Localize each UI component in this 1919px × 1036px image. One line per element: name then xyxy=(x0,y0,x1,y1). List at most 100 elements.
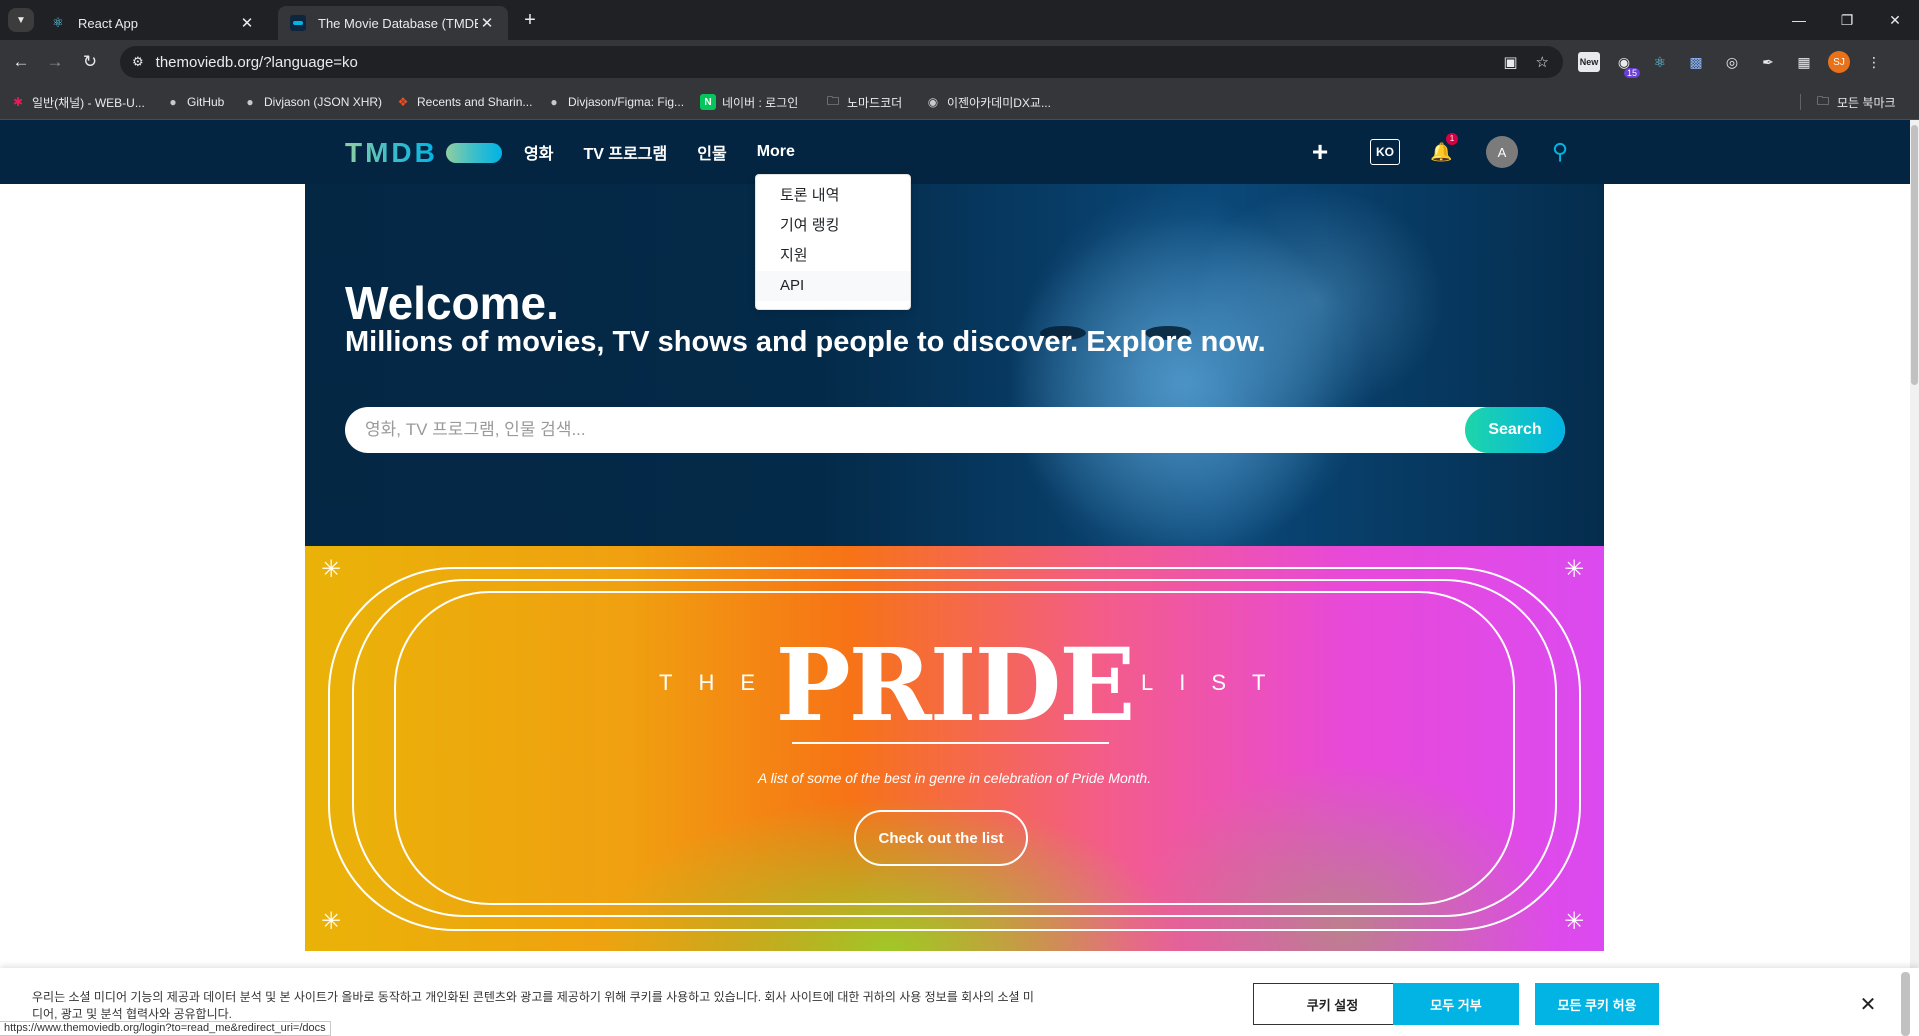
nav-movies[interactable]: 영화 xyxy=(524,140,553,164)
slack-icon: ✱ xyxy=(12,95,24,109)
menu-item-discussions[interactable]: 토론 내역 xyxy=(756,181,910,211)
react-icon: ⚛ xyxy=(52,15,64,30)
close-icon[interactable]: ✕ xyxy=(1856,992,1880,1016)
document-extension-icon[interactable]: ▩ xyxy=(1684,50,1708,74)
status-url-bubble: https://www.themoviedb.org/login?to=read… xyxy=(0,1021,331,1036)
bookmark-item[interactable]: ● Divjason (JSON XHR) xyxy=(242,93,382,111)
new-extension-icon[interactable]: New xyxy=(1578,52,1600,72)
figma-icon: ❖ xyxy=(397,95,409,109)
menu-item-leaderboard[interactable]: 기여 랭킹 xyxy=(756,211,910,241)
tmdb-logo[interactable]: TMDB xyxy=(345,139,502,167)
bookmark-item[interactable]: ● Divjason/Figma: Fig... xyxy=(546,93,684,111)
bookmark-label: Divjason (JSON XHR) xyxy=(264,95,383,109)
cookie-text: 우리는 소셜 미디어 기능의 제공과 데이터 분석 및 본 사이트가 올바로 동… xyxy=(32,990,1034,1021)
hero-section: Welcome. Millions of movies, TV shows an… xyxy=(305,184,1604,546)
extension-bar: New ◉ 15 ⚛ ▩ ◎ ✒ ▦ SJ ⋮ xyxy=(1578,50,1898,78)
cookie-scrollbar[interactable] xyxy=(1901,972,1910,1036)
bookmark-folder[interactable]: 🗀 노마드코더 xyxy=(825,93,902,111)
target-extension-icon[interactable]: ◎ xyxy=(1720,50,1744,74)
nav-tv[interactable]: TV 프로그램 xyxy=(583,140,667,164)
url-text[interactable]: themoviedb.org/?language=ko xyxy=(156,54,1486,71)
bookmark-label: 네이버 : 로그인 xyxy=(722,95,799,110)
pride-frame-lines xyxy=(328,567,1581,931)
bookmark-star-icon[interactable]: ☆ xyxy=(1536,53,1549,71)
github-icon: ● xyxy=(169,95,177,109)
site-info-icon[interactable]: ⚙ xyxy=(132,54,144,70)
tab-title: React App xyxy=(78,15,138,31)
close-icon[interactable]: ✕ xyxy=(478,14,496,32)
reject-all-button[interactable]: 모두 거부 xyxy=(1393,983,1519,1025)
kebab-menu-icon[interactable]: ⋮ xyxy=(1862,50,1886,74)
menu-item-api[interactable]: API xyxy=(756,271,910,301)
avatar[interactable]: A xyxy=(1486,136,1518,168)
search-input[interactable] xyxy=(345,407,1445,453)
bookmark-item[interactable]: ❖ Recents and Sharin... xyxy=(395,93,533,111)
address-bar[interactable]: ⚙ themoviedb.org/?language=ko ▣ ☆ xyxy=(120,46,1563,78)
profile-avatar[interactable]: SJ xyxy=(1828,51,1850,73)
language-button[interactable]: KO xyxy=(1370,139,1400,165)
bookmark-item[interactable]: N 네이버 : 로그인 xyxy=(700,93,798,111)
add-icon[interactable]: + xyxy=(1306,136,1334,168)
nav-more[interactable]: More xyxy=(757,143,795,161)
folder-icon: 🗀 xyxy=(1816,93,1829,108)
search-button[interactable]: Search xyxy=(1465,407,1565,453)
sparkle-icon: ✳ xyxy=(1564,556,1585,583)
extension-badge-icon[interactable]: ◉ 15 xyxy=(1612,50,1640,78)
pen-extension-icon[interactable]: ✒ xyxy=(1756,50,1780,74)
tab-title: The Movie Database (TMDB) xyxy=(318,15,478,31)
folder-icon: 🗀 xyxy=(826,93,839,108)
nav-people[interactable]: 인물 xyxy=(697,140,726,164)
puzzle-extensions-icon[interactable]: ▦ xyxy=(1792,50,1816,74)
tab-react-app[interactable]: ⚛ React App ✕ xyxy=(38,6,268,40)
bookmarks-bar: ✱ 일반(채널) - WEB-U... ● GitHub ● Divjason (JS… xyxy=(0,84,1919,120)
sparkle-icon: ✳ xyxy=(1564,908,1585,935)
pride-banner: ✳ ✳ ✳ ✳ THE PRIDE LIST A list of some of… xyxy=(305,546,1604,951)
bell-icon[interactable]: 🔔 1 xyxy=(1430,132,1458,163)
github-icon: ● xyxy=(246,95,254,109)
naver-icon: N xyxy=(700,94,716,110)
forward-icon[interactable]: → xyxy=(43,50,67,74)
bookmark-label: 이젠아카데미DX교... xyxy=(947,95,1051,110)
github-icon: ● xyxy=(550,95,558,109)
restore-icon[interactable]: ❐ xyxy=(1823,0,1871,40)
close-window-icon[interactable]: ✕ xyxy=(1871,0,1919,40)
check-out-list-button[interactable]: Check out the list xyxy=(854,810,1028,866)
menu-item-support[interactable]: 지원 xyxy=(756,241,910,271)
tab-tmdb[interactable]: The Movie Database (TMDB) ✕ xyxy=(278,6,508,40)
all-bookmarks-folder[interactable]: 🗀 모든 북마크 xyxy=(1815,93,1896,111)
react-devtools-icon[interactable]: ⚛ xyxy=(1648,50,1672,74)
bookmark-separator xyxy=(1800,94,1801,110)
bookmark-item[interactable]: ● GitHub xyxy=(165,93,224,111)
hero-subtitle: Millions of movies, TV shows and people … xyxy=(345,326,1266,358)
notification-badge: 1 xyxy=(1446,132,1458,145)
bookmark-label: Recents and Sharin... xyxy=(417,95,533,109)
reload-icon[interactable]: ↻ xyxy=(78,50,102,74)
bookmark-label: GitHub xyxy=(187,95,225,109)
browser-tab-strip: ▼ ⚛ React App ✕ The Movie Database (TMDB… xyxy=(0,0,1919,40)
pride-title: PRIDE xyxy=(775,626,1135,744)
bookmark-item[interactable]: ✱ 일반(채널) - WEB-U... xyxy=(10,93,145,111)
bookmark-item[interactable]: ◉ 이젠아카데미DX교... xyxy=(925,93,1051,111)
back-icon[interactable]: ← xyxy=(9,50,33,74)
new-tab-button[interactable]: + xyxy=(518,8,542,32)
hero-title: Welcome. xyxy=(345,277,559,329)
close-icon[interactable]: ✕ xyxy=(238,14,256,32)
bookmark-label: 노마드코더 xyxy=(847,95,903,110)
cookie-settings-button[interactable]: 쿠키 설정 xyxy=(1253,983,1412,1025)
pride-list-text: LIST xyxy=(1141,670,1292,695)
browser-toolbar: ← → ↻ ⚙ themoviedb.org/?language=ko ▣ ☆ … xyxy=(0,40,1919,84)
minimize-icon[interactable]: — xyxy=(1775,0,1823,40)
install-app-icon[interactable]: ▣ xyxy=(1503,53,1517,71)
search-icon[interactable]: ⚲ xyxy=(1548,139,1572,165)
sparkle-icon: ✳ xyxy=(321,908,342,935)
bookmark-label: Divjason/Figma: Fig... xyxy=(568,95,685,109)
tmdb-icon xyxy=(290,15,306,31)
page-scrollbar-thumb[interactable] xyxy=(1911,125,1918,385)
tab-search-button[interactable]: ▼ xyxy=(8,8,34,32)
accept-all-button[interactable]: 모든 쿠키 허용 xyxy=(1535,983,1659,1025)
hero-search-form: Search xyxy=(345,407,1565,453)
logo-pill-shape xyxy=(445,143,502,163)
more-dropdown-menu: 토론 내역 기여 랭킹 지원 API xyxy=(755,174,911,310)
hero-backdrop-image xyxy=(925,184,1425,546)
globe-icon: ◉ xyxy=(927,95,939,109)
